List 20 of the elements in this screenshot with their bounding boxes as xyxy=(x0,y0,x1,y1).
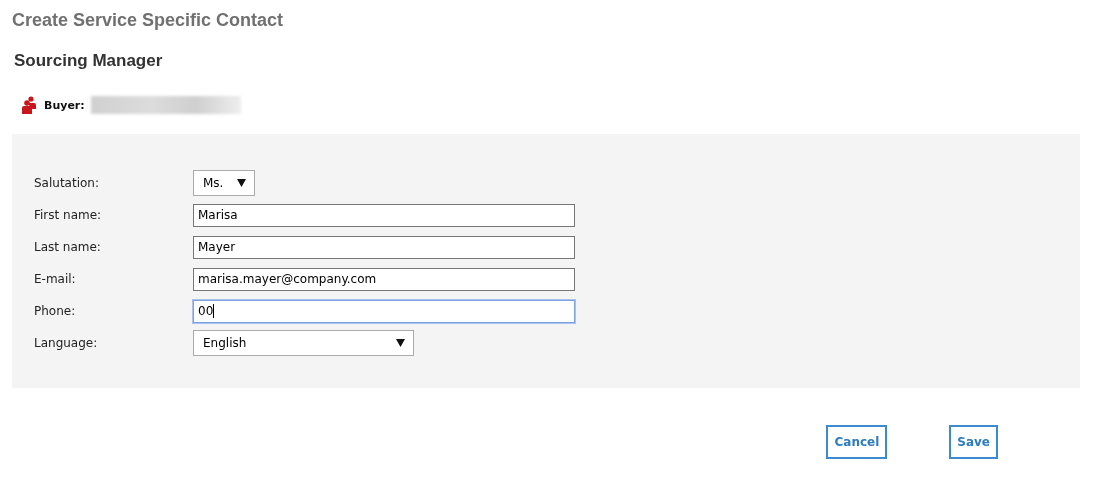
action-button[interactable]: Save xyxy=(949,425,998,459)
field-label: Last name: xyxy=(34,240,102,254)
dropdown[interactable]: Ms. xyxy=(193,170,255,196)
text-field[interactable]: 00 xyxy=(193,299,575,323)
buyer-label: Buyer: xyxy=(44,98,85,112)
text-field[interactable]: Mayer xyxy=(193,235,575,259)
dropdown-arrow-icon xyxy=(396,339,405,347)
dropdown[interactable]: English xyxy=(193,330,414,356)
action-button[interactable]: Cancel xyxy=(826,425,888,459)
field-label: E-mail: xyxy=(34,272,77,286)
field-label: First name: xyxy=(34,208,103,222)
text-field[interactable]: marisa.mayer@company.com xyxy=(193,267,575,291)
text-field[interactable]: Marisa xyxy=(193,203,575,227)
people-icon xyxy=(22,96,36,114)
field-label: Salutation: xyxy=(34,176,100,190)
dropdown-arrow-icon xyxy=(237,179,246,187)
field-label: Phone: xyxy=(34,304,77,318)
field-label: Language: xyxy=(34,336,99,350)
section-title: Sourcing Manager xyxy=(14,51,164,71)
page-title: Create Service Specific Contact xyxy=(12,10,285,31)
